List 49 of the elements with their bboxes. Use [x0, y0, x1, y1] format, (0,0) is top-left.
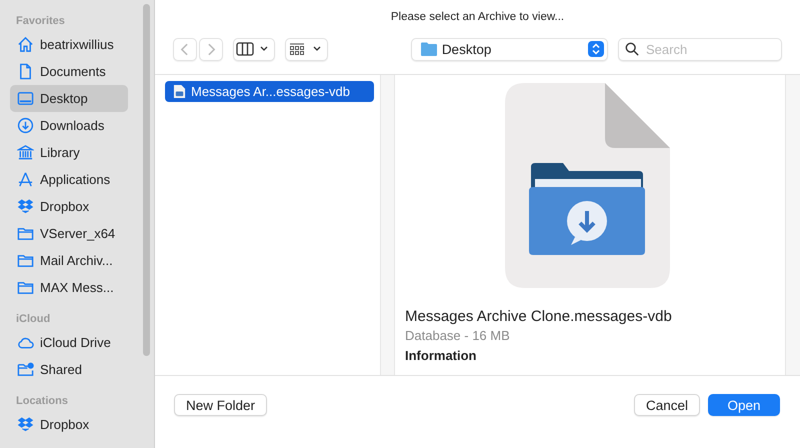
- section-heading: Locations: [15, 395, 69, 409]
- location-popup[interactable]: Desktop: [410, 38, 608, 60]
- box-icon: [17, 198, 34, 215]
- column-resize-handle[interactable]: [785, 75, 800, 375]
- folder-icon: [17, 279, 34, 296]
- sidebar-item[interactable]: iCloud Drive: [10, 329, 128, 356]
- search-icon: [625, 42, 639, 56]
- sidebar-item[interactable]: Library: [10, 139, 128, 166]
- sidebar-item[interactable]: MAX Mess...: [10, 274, 128, 301]
- shared-folder-icon: [17, 361, 34, 378]
- box-icon: [17, 416, 34, 433]
- library-icon: [17, 144, 34, 161]
- sidebar-item[interactable]: Applications: [10, 166, 128, 193]
- dialog-title: Please select an Archive to view...: [390, 10, 566, 25]
- sidebar-item[interactable]: Downloads: [10, 112, 128, 139]
- folder-icon: [17, 225, 34, 242]
- folder-icon: [420, 42, 437, 56]
- sidebar-item[interactable]: Dropbox: [10, 411, 128, 438]
- file-info: Database - 16 MB: [405, 328, 511, 343]
- sidebar-item[interactable]: Documents: [10, 58, 128, 85]
- sidebar-item[interactable]: beatrixwillius: [10, 31, 128, 58]
- section-heading: Favorites: [15, 15, 66, 29]
- search-field[interactable]: Search: [618, 38, 782, 60]
- sidebar-item[interactable]: VServer_x64: [10, 220, 128, 247]
- new-folder-button[interactable]: New Folder: [174, 394, 268, 416]
- view-mode-button[interactable]: [233, 38, 276, 60]
- cancel-button[interactable]: Cancel: [634, 394, 700, 416]
- column-resize-handle[interactable]: [381, 75, 395, 375]
- open-button[interactable]: Open: [708, 394, 780, 416]
- file-icon: [173, 84, 186, 99]
- chevron-updown-icon: [588, 41, 604, 57]
- sidebar-item[interactable]: Dropbox: [10, 193, 128, 220]
- house-icon: [17, 36, 34, 53]
- sidebar-item[interactable]: Mail Archiv...: [10, 247, 128, 274]
- download-icon: [17, 117, 34, 134]
- apps-icon: [17, 171, 34, 188]
- section-heading: Information: [405, 348, 478, 363]
- monitor-icon: [17, 90, 34, 107]
- group-button[interactable]: [285, 38, 328, 60]
- folder-icon: [17, 252, 34, 269]
- file-row[interactable]: Messages Ar...essages-vdb: [165, 81, 374, 102]
- sidebar-item[interactable]: Shared: [10, 356, 128, 383]
- sidebar-item[interactable]: Desktop: [10, 85, 128, 112]
- scrollbar[interactable]: [143, 4, 150, 356]
- section-heading: iCloud: [15, 313, 52, 327]
- file-name: Messages Archive Clone.messages-vdb: [405, 308, 673, 325]
- document-icon: [17, 63, 34, 80]
- forward-icon[interactable]: [199, 38, 223, 60]
- back-icon[interactable]: [173, 38, 197, 60]
